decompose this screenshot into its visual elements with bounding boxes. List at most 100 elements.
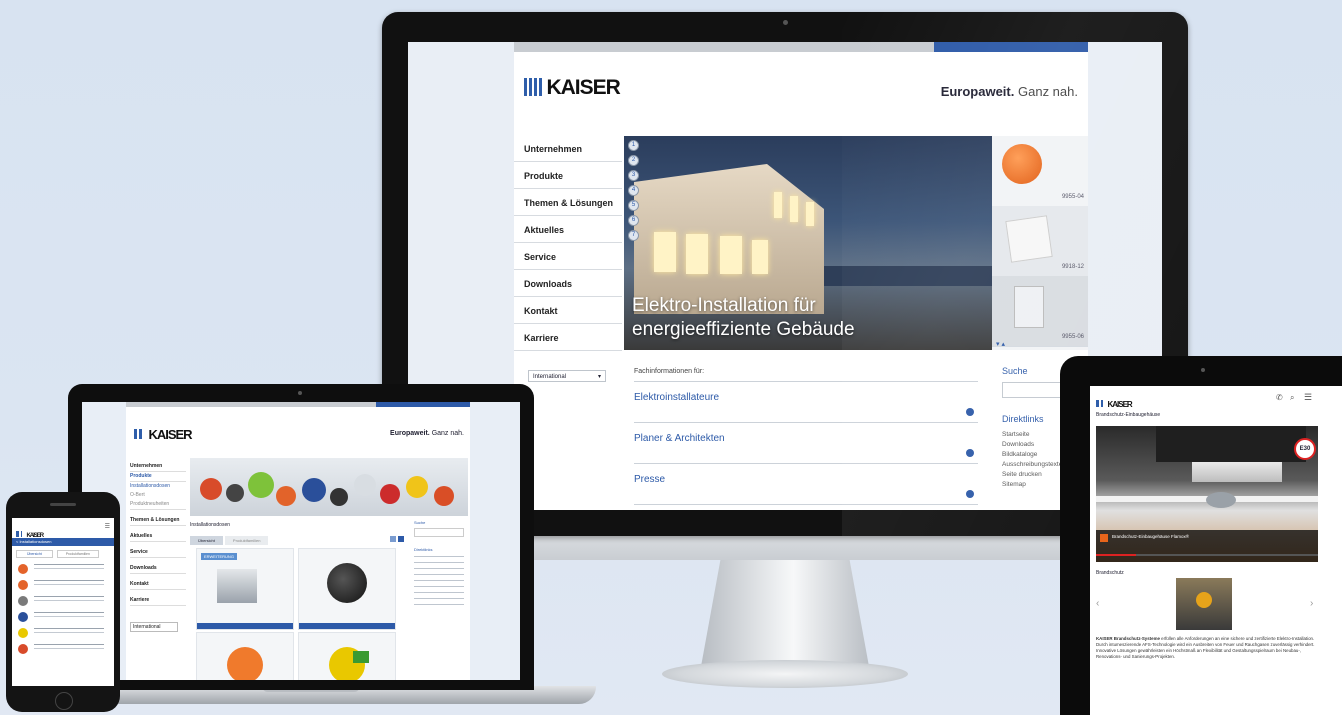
product-thumbnail[interactable] — [18, 564, 28, 574]
back-link[interactable]: < Installationsdosen — [12, 538, 114, 546]
nav-item-produkte[interactable]: Produkte — [514, 163, 622, 189]
product-card[interactable] — [298, 632, 396, 680]
laptop-sidebar: Suche Direktlinks — [414, 520, 464, 606]
product-thumbnail[interactable] — [18, 596, 28, 606]
product-orange-box-image — [1002, 144, 1042, 184]
nav-item-downloads[interactable]: Downloads — [514, 271, 622, 297]
nav-item[interactable]: Karriere — [130, 596, 186, 606]
product-image — [380, 484, 400, 504]
thumbnail-item[interactable]: 9955-04 — [992, 136, 1088, 207]
product-cover-image — [1005, 215, 1053, 263]
hero-window — [720, 236, 742, 274]
site-logo[interactable]: KAISER — [524, 76, 621, 100]
home-button[interactable] — [55, 692, 73, 710]
product-thumbnail[interactable] — [18, 580, 28, 590]
thumbnail-item[interactable]: 9918-12 — [992, 206, 1088, 277]
nav-subitem[interactable]: O-Bert — [130, 491, 186, 500]
tab-uebersicht[interactable]: Übersicht — [190, 536, 223, 545]
phone-speaker — [50, 503, 76, 506]
arrow-circle-icon[interactable] — [966, 449, 974, 457]
hero-slider[interactable]: 1 2 3 4 5 6 7 Elektro-Installation für e… — [624, 136, 992, 350]
product-image — [330, 488, 348, 506]
product-card-footer — [197, 623, 293, 629]
nav-item-unternehmen[interactable]: Unternehmen — [514, 136, 622, 162]
country-select[interactable]: International — [130, 622, 178, 632]
fachinfo-link[interactable]: Planer & Architekten — [634, 433, 725, 444]
product-image — [248, 472, 274, 498]
arrow-circle-icon[interactable] — [966, 490, 974, 498]
fachinfo-link[interactable]: Presse — [634, 474, 665, 485]
kaiser-logo-icon — [524, 78, 542, 96]
fachinfo-item[interactable]: Presse — [634, 464, 978, 505]
fachinfo-item[interactable]: Planer & Architekten — [634, 423, 978, 464]
nav-item-aktuelles[interactable]: Aktuelles — [514, 217, 622, 243]
carousel-image[interactable] — [1176, 578, 1232, 630]
product-card[interactable] — [196, 632, 294, 680]
product-card[interactable] — [298, 548, 396, 630]
tab-uebersicht[interactable]: Übersicht — [16, 550, 53, 558]
site-logo[interactable]: KAISER — [1096, 394, 1133, 412]
list-view-icon[interactable] — [398, 536, 404, 542]
chevron-down-icon: ▾ — [597, 374, 601, 380]
product-thumbnail[interactable] — [18, 612, 28, 622]
tab-produktfamilien[interactable]: Produktfamilien — [56, 550, 99, 558]
camera-icon — [783, 20, 788, 25]
thumbnail-item[interactable]: 9955-06 — [992, 276, 1088, 347]
nav-item[interactable]: Themen & Lösungen — [130, 516, 186, 526]
body-text: KAISER Brandschutz-Systeme erfüllen alle… — [1096, 636, 1316, 660]
nav-item[interactable]: Aktuelles — [130, 532, 186, 542]
product-image — [327, 563, 367, 603]
arrow-circle-icon[interactable] — [966, 408, 974, 416]
tagline-bold: Europaweit. — [940, 84, 1015, 99]
thumbnail-code: 9918-12 — [1061, 264, 1084, 270]
nav-subitem[interactable]: Installationsdosen — [130, 482, 186, 491]
nav-item[interactable]: Service — [130, 548, 186, 558]
kaiser-logo-icon — [134, 429, 144, 439]
video-player[interactable]: E30 Brandschutz-Einbaugehäuse Flamox® — [1096, 426, 1318, 562]
nav-item-themen[interactable]: Themen & Lösungen — [514, 190, 622, 216]
search-icon[interactable]: ⌕ — [1290, 393, 1294, 403]
slider-dot[interactable]: 6 — [628, 215, 639, 226]
slider-dot[interactable]: 3 — [628, 170, 639, 181]
carousel-prev-icon[interactable]: ‹ — [1096, 598, 1099, 609]
nav-item[interactable]: Kontakt — [130, 580, 186, 590]
site-top-bar — [514, 42, 1088, 52]
tab-produktfamilien[interactable]: Produktfamilien — [224, 536, 269, 545]
nav-item[interactable]: Produkte — [130, 472, 186, 482]
fachinfo-link[interactable]: Elektroinstallateure — [634, 392, 719, 403]
country-select[interactable]: International ▾ — [528, 370, 606, 382]
nav-subitem[interactable]: Produktneuheiten — [130, 500, 186, 510]
nav-item[interactable]: Unternehmen — [130, 462, 186, 472]
section-title: Installationsdosen — [190, 522, 231, 528]
product-thumbnail[interactable] — [18, 644, 28, 654]
slider-dot[interactable]: 4 — [628, 185, 639, 196]
hero-window — [752, 240, 768, 274]
thumbnail-nav-arrows-icon[interactable]: ▾ ▴ — [996, 340, 1005, 348]
grid-view-icon[interactable] — [390, 536, 396, 542]
menu-icon[interactable]: ☰ — [1304, 392, 1312, 403]
carousel-next-icon[interactable]: › — [1310, 598, 1313, 609]
slider-dot[interactable]: 5 — [628, 200, 639, 211]
nav-item-service[interactable]: Service — [514, 244, 622, 270]
video-title[interactable]: Brandschutz-Einbaugehäuse Flamox® — [1112, 534, 1189, 539]
channel-icon — [1100, 534, 1108, 542]
product-image — [276, 486, 296, 506]
nav-item-karriere[interactable]: Karriere — [514, 325, 622, 351]
fachinfo-item[interactable]: Elektroinstallateure — [634, 382, 978, 423]
phone-call-icon[interactable]: ✆ — [1276, 393, 1283, 402]
slider-dot[interactable]: 7 — [628, 230, 639, 241]
country-select-value: International — [133, 624, 161, 630]
video-ceiling — [1156, 426, 1306, 462]
nav-item-kontakt[interactable]: Kontakt — [514, 298, 622, 324]
product-card[interactable]: ERWEITERUNG — [196, 548, 294, 630]
desktop-website: KAISER Europaweit. Ganz nah. Unternehmen… — [514, 42, 1088, 510]
site-logo[interactable]: KAISER — [134, 426, 193, 444]
menu-icon[interactable]: ☰ — [105, 523, 110, 530]
product-thumbnail[interactable] — [18, 628, 28, 638]
imac-stand — [700, 560, 870, 672]
nav-item[interactable]: Downloads — [130, 564, 186, 574]
hero-window — [806, 202, 814, 226]
slider-dot[interactable]: 1 — [628, 140, 639, 151]
slider-dot[interactable]: 2 — [628, 155, 639, 166]
search-input[interactable] — [414, 528, 464, 537]
